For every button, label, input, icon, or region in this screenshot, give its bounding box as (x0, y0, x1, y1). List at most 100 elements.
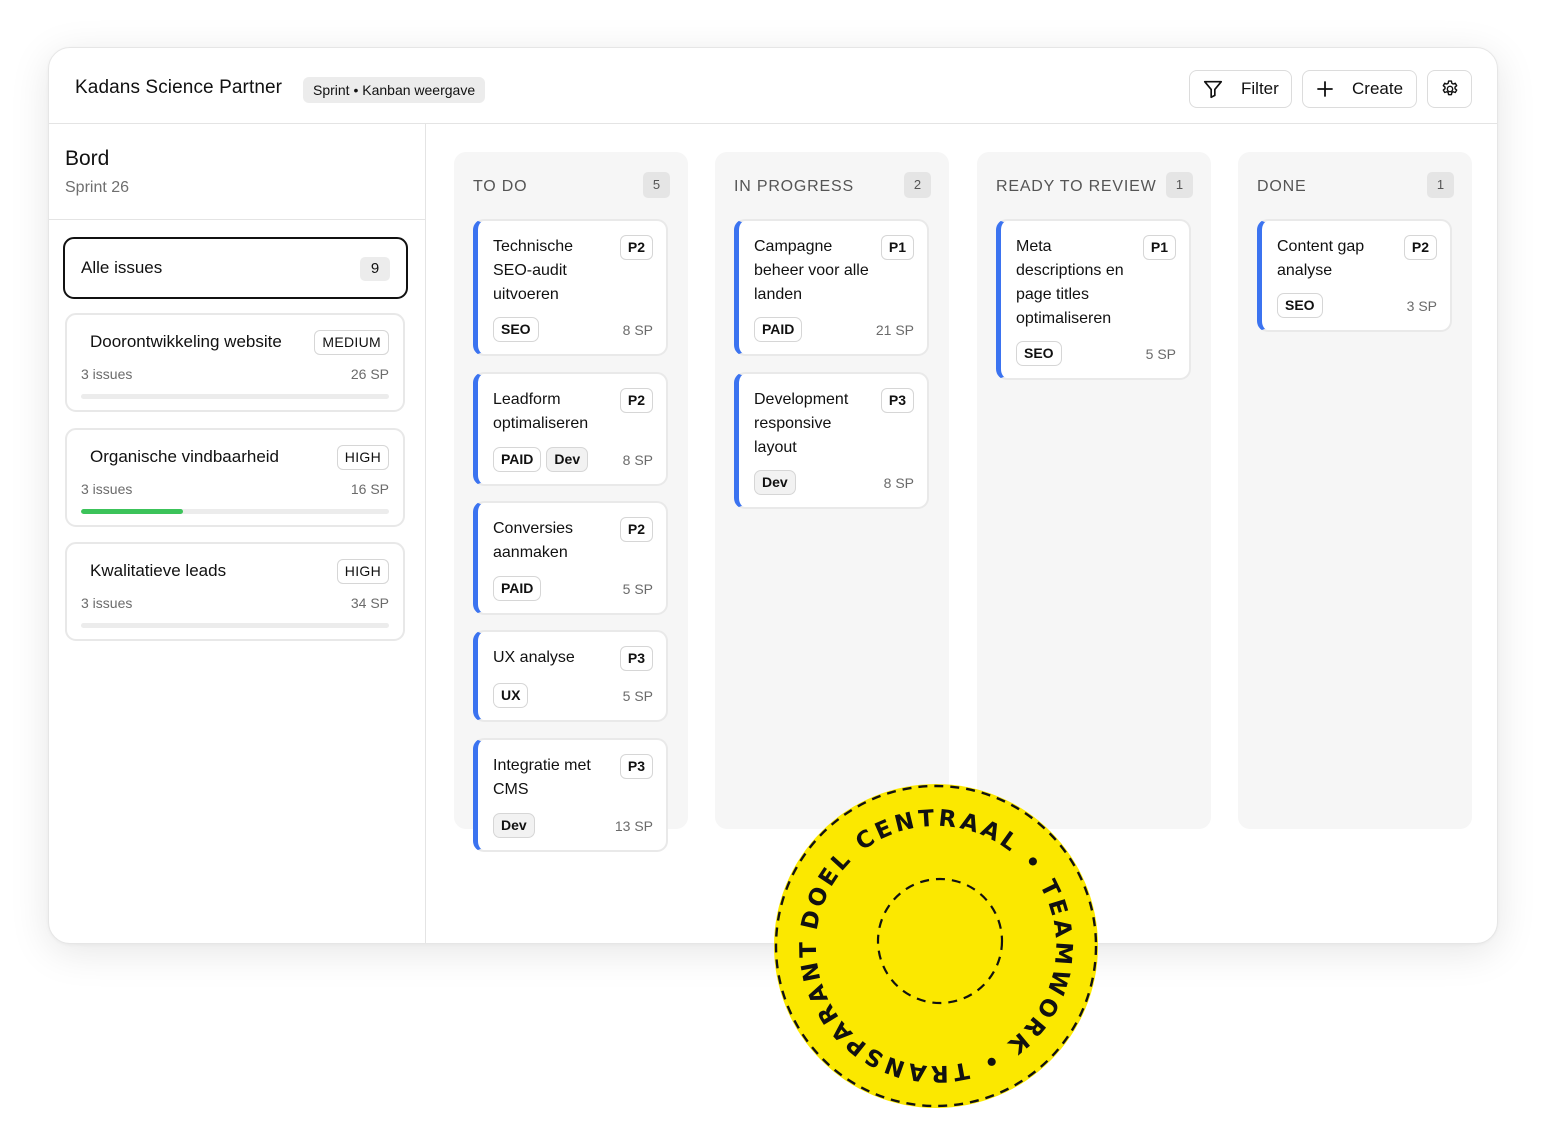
card-title: Conversies aanmaken (493, 520, 574, 561)
values-seal-badge: DOEL CENTRAAL • TEAMWORK • TRANSPARANTIE… (760, 760, 1102, 1112)
card-tag: PAID (754, 317, 803, 342)
epic-story-points: 26 SP (350, 366, 389, 382)
epic-issue-count: 3 issues (81, 481, 133, 497)
epic-progress-bar (81, 509, 389, 514)
card-title: UX analyse (493, 649, 575, 666)
card-story-points: 13 SP (614, 818, 653, 834)
epic-card[interactable]: Kwalitatieve leads HIGH 3 issues 34 SP (65, 542, 405, 641)
epic-name: Kwalitatieve leads (90, 561, 227, 580)
issue-card[interactable]: Leadform optimaliseren P2 PAID Dev 8 SP (473, 372, 668, 486)
view-mode-badge[interactable]: Sprint • Kanban weergave (303, 77, 486, 103)
card-tags: SEO (1016, 341, 1062, 366)
card-priority-badge: P2 (1403, 235, 1437, 260)
column-title: IN PROGRESS (734, 178, 854, 195)
card-tags: PAID Dev (493, 447, 589, 472)
card-tags: Dev (493, 813, 535, 838)
card-tag: SEO (493, 317, 539, 342)
epic-name: Doorontwikkeling website (90, 332, 282, 351)
column-done: DONE 1 Content gap analyse P2 SEO 3 SP (1238, 152, 1472, 829)
card-priority-badge: P2 (619, 388, 653, 413)
top-bar: Kadans Science Partner Sprint • Kanban w… (49, 48, 1497, 124)
issue-card[interactable]: UX analyse P3 UX 5 SP (473, 630, 668, 722)
card-story-points: 5 SP (622, 581, 653, 597)
epic-story-points: 16 SP (350, 481, 389, 497)
filter-button[interactable]: Filter (1189, 70, 1292, 108)
settings-button[interactable] (1427, 70, 1472, 108)
epic-story-points: 34 SP (350, 595, 389, 611)
epic-progress-bar (81, 623, 389, 628)
card-tags: SEO (1277, 293, 1323, 318)
card-tag: Dev (493, 813, 535, 838)
card-story-points: 3 SP (1406, 298, 1437, 314)
column-ready-to-review: READY TO REVIEW 1 Meta descriptions en p… (977, 152, 1211, 829)
card-title: Technische SEO-audit uitvoeren (493, 238, 574, 303)
card-story-points: 5 SP (622, 688, 653, 704)
epic-progress-bar (81, 394, 389, 399)
issue-card[interactable]: Campagne beheer voor alle landen P1 PAID… (734, 219, 929, 356)
column-title: DONE (1257, 178, 1307, 195)
card-priority-badge: P2 (619, 517, 653, 542)
gear-icon (1440, 79, 1460, 99)
card-title: Development responsive layout (754, 391, 849, 456)
card-story-points: 21 SP (875, 322, 914, 338)
card-priority-badge: P1 (880, 235, 914, 260)
card-priority-badge: P1 (1142, 235, 1176, 260)
sidebar-header: Bord Sprint 26 (49, 124, 425, 220)
app-title: Kadans Science Partner (75, 77, 283, 98)
issue-card[interactable]: Meta descriptions en page titles optimal… (996, 219, 1191, 380)
card-story-points: 8 SP (622, 322, 653, 338)
column-count: 2 (904, 172, 931, 198)
card-tags: PAID (754, 317, 803, 342)
epic-issue-count: 3 issues (81, 366, 133, 382)
board-title: Bord (65, 147, 110, 170)
card-priority-badge: P3 (619, 754, 653, 779)
card-tags: UX (493, 683, 529, 708)
card-story-points: 8 SP (883, 475, 914, 491)
issue-card[interactable]: Content gap analyse P2 SEO 3 SP (1257, 219, 1452, 332)
card-priority-badge: P2 (619, 235, 653, 260)
epic-priority-badge: HIGH (336, 559, 389, 584)
column-count: 5 (643, 172, 670, 198)
card-title: Leadform optimaliseren (493, 391, 589, 432)
card-tag: PAID (493, 447, 542, 472)
epic-progress-fill (81, 509, 183, 514)
card-title: Campagne beheer voor alle landen (754, 238, 869, 303)
card-story-points: 8 SP (622, 452, 653, 468)
card-tags: Dev (754, 470, 796, 495)
issue-card[interactable]: Development responsive layout P3 Dev 8 S… (734, 372, 929, 509)
epic-priority-badge: HIGH (336, 445, 389, 470)
card-tag: UX (493, 683, 529, 708)
funnel-icon (1202, 78, 1224, 100)
filter-button-label: Filter (1241, 79, 1279, 98)
all-issues-label: Alle issues (81, 258, 163, 277)
epic-card[interactable]: Doorontwikkeling website MEDIUM 3 issues… (65, 313, 405, 412)
card-title: Meta descriptions en page titles optimal… (1016, 238, 1124, 327)
issue-card[interactable]: Conversies aanmaken P2 PAID 5 SP (473, 501, 668, 615)
card-tag: Dev (754, 470, 796, 495)
card-tags: PAID (493, 576, 542, 601)
column-in-progress: IN PROGRESS 2 Campagne beheer voor alle … (715, 152, 949, 829)
issue-card[interactable]: Technische SEO-audit uitvoeren P2 SEO 8 … (473, 219, 668, 356)
card-story-points: 5 SP (1145, 346, 1176, 362)
column-title: TO DO (473, 178, 528, 195)
card-tag: Dev (546, 447, 589, 472)
plus-icon (1316, 80, 1334, 98)
epic-name: Organische vindbaarheid (90, 447, 280, 466)
all-issues-filter[interactable]: Alle issues 9 (63, 237, 408, 299)
card-tag: SEO (1016, 341, 1062, 366)
epic-priority-badge: MEDIUM (314, 330, 389, 355)
create-button-label: Create (1352, 79, 1404, 98)
card-tag: PAID (493, 576, 542, 601)
card-priority-badge: P3 (619, 646, 653, 671)
column-count: 1 (1166, 172, 1193, 198)
sidebar: Bord Sprint 26 Alle issues 9 Doorontwikk… (49, 124, 426, 943)
column-todo: TO DO 5 Technische SEO-audit uitvoeren P… (454, 152, 688, 852)
issue-card[interactable]: Integratie met CMS P3 Dev 13 SP (473, 738, 668, 852)
epic-issue-count: 3 issues (81, 595, 133, 611)
all-issues-count: 9 (360, 257, 390, 281)
column-title: READY TO REVIEW (996, 178, 1157, 195)
create-button[interactable]: Create (1302, 70, 1417, 108)
sprint-label: Sprint 26 (65, 179, 130, 196)
card-title: Content gap analyse (1277, 238, 1365, 279)
epic-card[interactable]: Organische vindbaarheid HIGH 3 issues 16… (65, 428, 405, 527)
